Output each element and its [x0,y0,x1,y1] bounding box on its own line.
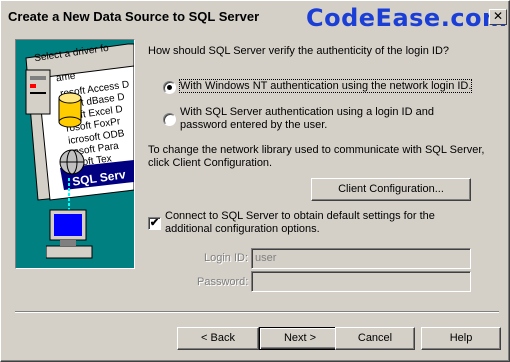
cancel-button[interactable]: Cancel [335,327,415,350]
title-bar[interactable]: Create a New Data Source to SQL Server C… [4,4,508,32]
radio-selected-dot [167,85,172,90]
password-field[interactable] [251,271,471,292]
nt-auth-radio[interactable] [163,81,176,94]
watermark-logo: CodeEase.com [306,4,508,32]
computer-icon [46,209,93,259]
nt-auth-label[interactable]: With Windows NT authentication using the… [178,79,473,93]
dialog-window: Create a New Data Source to SQL Server C… [0,0,510,362]
globe-icon [59,149,85,175]
client-configuration-button[interactable]: Client Configuration... [311,178,471,201]
network-library-text: To change the network library used to co… [148,144,485,169]
close-button[interactable]: ✕ [489,9,507,25]
server-icon [25,69,51,115]
back-button[interactable]: < Back [177,327,259,350]
sql-auth-label[interactable]: With SQL Server authentication using a l… [180,106,480,132]
login-id-field[interactable]: user [251,248,471,269]
next-button[interactable]: Next > [259,327,341,350]
connect-label[interactable]: Connect to SQL Server to obtain default … [165,210,465,236]
password-label: Password: [197,276,249,288]
database-icon [58,92,82,128]
help-button[interactable]: Help [421,327,501,350]
connect-checkbox[interactable]: ✔ [148,217,161,230]
login-id-label: Login ID: [204,252,249,264]
button-separator [15,311,499,313]
login-id-value: user [255,252,277,264]
auth-question: How should SQL Server verify the authent… [148,45,450,57]
sql-auth-radio[interactable] [163,113,176,126]
window-title: Create a New Data Source to SQL Server [8,9,260,24]
wizard-illustration: Select a driver fo ame rosoft Access D o… [15,39,135,269]
